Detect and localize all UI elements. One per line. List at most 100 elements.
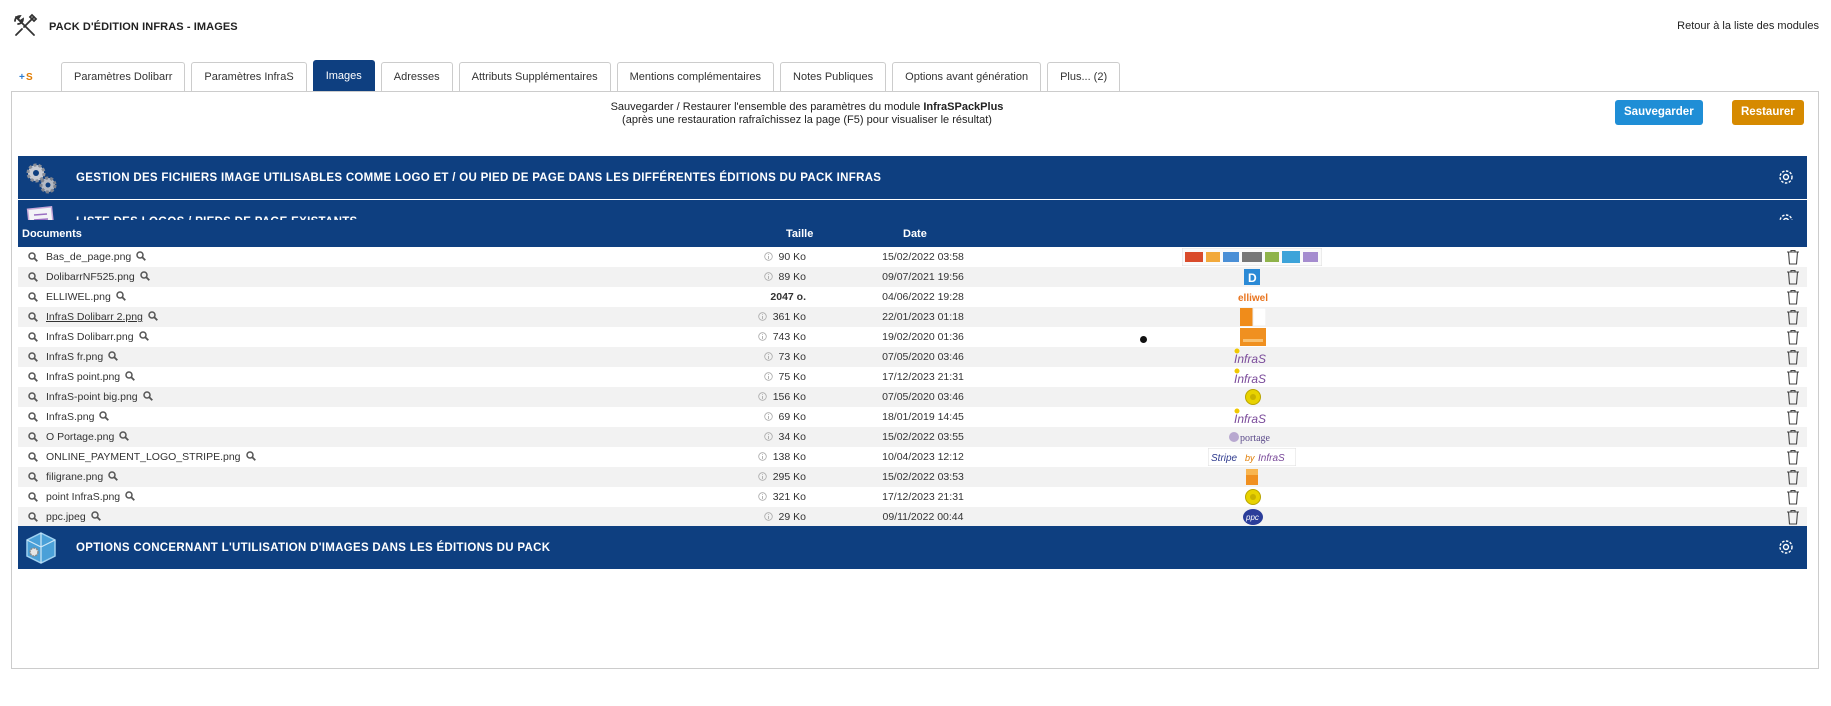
zoom-icon[interactable] bbox=[108, 471, 119, 481]
document-name[interactable]: filigrane.png bbox=[46, 471, 119, 483]
document-name[interactable]: point InfraS.png bbox=[46, 491, 136, 503]
zoom-icon[interactable] bbox=[90, 511, 101, 521]
delete-trash-icon[interactable] bbox=[1786, 469, 1800, 485]
info-icon[interactable] bbox=[758, 492, 767, 501]
settings-gear-icon[interactable] bbox=[1777, 168, 1795, 186]
info-icon[interactable] bbox=[764, 432, 773, 441]
zoom-icon[interactable] bbox=[142, 391, 153, 401]
tab-parametres-dolibarr[interactable]: Paramètres Dolibarr bbox=[61, 62, 186, 91]
preview-zoom-icon[interactable] bbox=[28, 352, 38, 362]
info-icon[interactable] bbox=[764, 252, 773, 261]
delete-trash-icon[interactable] bbox=[1786, 409, 1800, 425]
document-filename[interactable]: Bas_de_page.png bbox=[46, 251, 131, 263]
preview-zoom-icon[interactable] bbox=[28, 312, 38, 322]
preview-zoom-icon[interactable] bbox=[28, 452, 38, 462]
delete-trash-icon[interactable] bbox=[1786, 369, 1800, 385]
document-filename[interactable]: O Portage.png bbox=[46, 431, 114, 443]
settings-gear-icon[interactable] bbox=[1777, 538, 1795, 556]
document-name[interactable]: ELLIWEL.png bbox=[46, 291, 126, 303]
preview-zoom-icon[interactable] bbox=[28, 392, 38, 402]
tab-parametres-infras[interactable]: Paramètres InfraS bbox=[191, 62, 307, 91]
tab-options-avant-generation[interactable]: Options avant génération bbox=[892, 62, 1042, 91]
info-icon[interactable] bbox=[764, 272, 773, 281]
tab-mentions-complementaires[interactable]: Mentions complémentaires bbox=[616, 62, 775, 91]
zoom-icon[interactable] bbox=[139, 271, 150, 281]
zoom-icon[interactable] bbox=[148, 311, 158, 321]
preview-zoom-icon[interactable] bbox=[28, 372, 38, 382]
info-icon[interactable] bbox=[764, 352, 773, 361]
delete-trash-icon[interactable] bbox=[1786, 349, 1800, 365]
preview-zoom-icon[interactable] bbox=[28, 292, 38, 302]
restore-button[interactable]: Restaurer bbox=[1732, 100, 1804, 125]
document-name[interactable]: ppc.jpeg bbox=[46, 511, 101, 523]
delete-trash-icon[interactable] bbox=[1786, 389, 1800, 405]
save-button[interactable]: Sauvegarder bbox=[1615, 100, 1703, 125]
tab-adresses[interactable]: Adresses bbox=[380, 62, 453, 91]
column-taille[interactable]: Taille bbox=[786, 228, 813, 240]
document-filename[interactable]: ONLINE_PAYMENT_LOGO_STRIPE.png bbox=[46, 451, 241, 463]
document-filename[interactable]: InfraS Dolibarr 2.png bbox=[46, 311, 143, 323]
document-name[interactable]: InfraS-point big.png bbox=[46, 391, 153, 403]
document-name[interactable]: InfraS point.png bbox=[46, 371, 136, 383]
delete-trash-icon[interactable] bbox=[1786, 489, 1800, 505]
info-icon[interactable] bbox=[764, 412, 773, 421]
delete-trash-icon[interactable] bbox=[1786, 429, 1800, 445]
document-name[interactable]: InfraS Dolibarr 2.png bbox=[46, 311, 158, 323]
delete-trash-icon[interactable] bbox=[1786, 309, 1800, 325]
preview-zoom-icon[interactable] bbox=[28, 432, 38, 442]
preview-zoom-icon[interactable] bbox=[28, 252, 38, 262]
zoom-icon[interactable] bbox=[245, 451, 256, 461]
zoom-icon[interactable] bbox=[99, 411, 110, 421]
back-to-modules-link[interactable]: Retour à la liste des modules bbox=[1677, 20, 1819, 32]
delete-trash-icon[interactable] bbox=[1786, 289, 1800, 305]
preview-zoom-icon[interactable] bbox=[28, 492, 38, 502]
info-icon[interactable] bbox=[764, 512, 773, 521]
document-name[interactable]: O Portage.png bbox=[46, 431, 130, 443]
column-date[interactable]: Date bbox=[903, 228, 927, 240]
zoom-icon[interactable] bbox=[116, 291, 126, 301]
document-filename[interactable]: InfraS.png bbox=[46, 411, 94, 423]
document-filename[interactable]: ELLIWEL.png bbox=[46, 291, 111, 303]
tab-notes-publiques[interactable]: Notes Publiques bbox=[780, 62, 887, 91]
tab-images[interactable]: Images bbox=[312, 60, 375, 91]
zoom-icon[interactable] bbox=[125, 491, 136, 501]
preview-zoom-icon[interactable] bbox=[28, 412, 38, 422]
info-icon[interactable] bbox=[764, 372, 773, 381]
zoom-icon[interactable] bbox=[136, 251, 147, 261]
column-documents[interactable]: Documents bbox=[22, 228, 82, 240]
document-filename[interactable]: InfraS Dolibarr.png bbox=[46, 331, 134, 343]
tab-attributs-supplementaires[interactable]: Attributs Supplémentaires bbox=[458, 62, 611, 91]
info-icon[interactable] bbox=[758, 392, 767, 401]
document-name[interactable]: ONLINE_PAYMENT_LOGO_STRIPE.png bbox=[46, 451, 256, 463]
document-filename[interactable]: point InfraS.png bbox=[46, 491, 120, 503]
document-filename[interactable]: filigrane.png bbox=[46, 471, 103, 483]
delete-trash-icon[interactable] bbox=[1786, 449, 1800, 465]
zoom-icon[interactable] bbox=[119, 431, 130, 441]
tab-plus[interactable]: Plus... (2) bbox=[1047, 62, 1121, 91]
delete-trash-icon[interactable] bbox=[1786, 249, 1800, 265]
document-filename[interactable]: DolibarrNF525.png bbox=[46, 271, 135, 283]
zoom-icon[interactable] bbox=[125, 371, 136, 381]
document-filename[interactable]: InfraS fr.png bbox=[46, 351, 103, 363]
document-name[interactable]: InfraS Dolibarr.png bbox=[46, 331, 149, 343]
info-icon[interactable] bbox=[758, 312, 767, 321]
info-icon[interactable] bbox=[758, 472, 767, 481]
info-icon[interactable] bbox=[758, 332, 767, 341]
document-name[interactable]: InfraS fr.png bbox=[46, 351, 119, 363]
zoom-icon[interactable] bbox=[108, 351, 119, 361]
document-filename[interactable]: ppc.jpeg bbox=[46, 511, 86, 523]
document-name[interactable]: Bas_de_page.png bbox=[46, 251, 147, 263]
delete-trash-icon[interactable] bbox=[1786, 509, 1800, 525]
delete-trash-icon[interactable] bbox=[1786, 269, 1800, 285]
document-filename[interactable]: InfraS point.png bbox=[46, 371, 120, 383]
delete-trash-icon[interactable] bbox=[1786, 329, 1800, 345]
preview-zoom-icon[interactable] bbox=[28, 272, 38, 282]
preview-zoom-icon[interactable] bbox=[28, 332, 38, 342]
document-name[interactable]: InfraS.png bbox=[46, 411, 110, 423]
document-filename[interactable]: InfraS-point big.png bbox=[46, 391, 138, 403]
preview-zoom-icon[interactable] bbox=[28, 512, 38, 522]
zoom-icon[interactable] bbox=[138, 331, 149, 341]
preview-zoom-icon[interactable] bbox=[28, 472, 38, 482]
info-icon[interactable] bbox=[758, 452, 767, 461]
document-name[interactable]: DolibarrNF525.png bbox=[46, 271, 150, 283]
